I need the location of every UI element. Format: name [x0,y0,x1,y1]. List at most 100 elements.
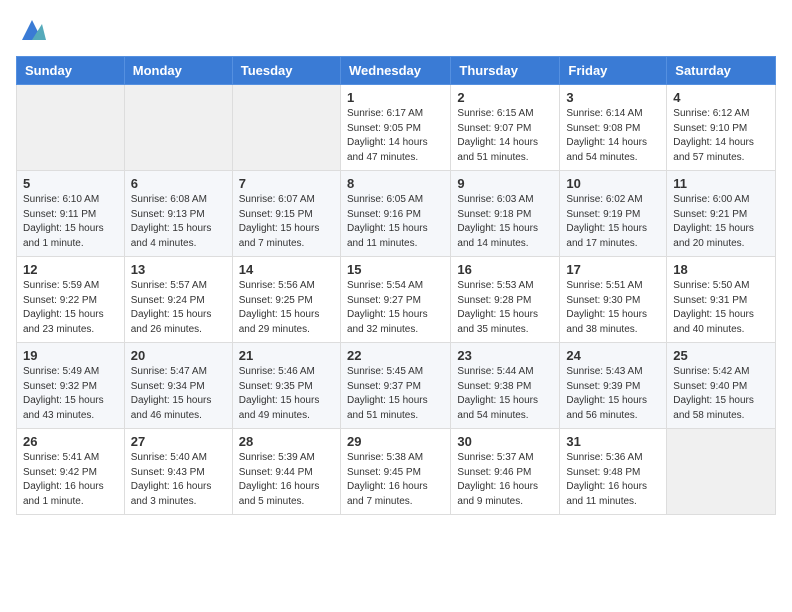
calendar-cell: 16Sunrise: 5:53 AM Sunset: 9:28 PM Dayli… [451,257,560,343]
calendar-cell: 20 Sunrise: 5:47 AM Sunset: 9:34 PM Dayli… [124,343,232,429]
day-number: 22 [347,348,444,363]
calendar-cell: 5Sunrise: 6:10 AM Sunset: 9:11 PM Daylig… [17,171,125,257]
day-number: 5 [23,176,118,191]
calendar-header-wednesday: Wednesday [340,57,450,85]
calendar-cell: 7 Sunrise: 6:07 AM Sunset: 9:15 PM Daylig… [232,171,340,257]
calendar-cell: 27Sunrise: 5:40 AM Sunset: 9:43 PM Dayli… [124,429,232,515]
calendar-week-row: 26 Sunrise: 5:41 AM Sunset: 9:42 PM Dayli… [17,429,776,515]
day-info: Sunrise: 6:02 AM Sunset: 9:19 PM Dayligh… [566,193,660,251]
calendar-cell: 22 Sunrise: 5:45 AM Sunset: 9:37 PM Dayli… [340,343,450,429]
day-number: 3 [566,90,660,105]
day-info: Sunrise: 5:51 AM Sunset: 9:30 PM Dayligh… [566,279,660,337]
calendar-cell [232,85,340,171]
calendar-cell: 18 Sunrise: 5:50 AM Sunset: 9:31 PM Dayli… [667,257,776,343]
calendar-cell: 29Sunrise: 5:38 AM Sunset: 9:45 PM Dayli… [340,429,450,515]
day-number: 27 [131,434,226,449]
day-number: 25 [673,348,769,363]
day-number: 13 [131,262,226,277]
day-info: Sunrise: 5:46 AM Sunset: 9:35 PM Dayligh… [239,365,334,423]
calendar-cell: 13 Sunrise: 5:57 AM Sunset: 9:24 PM Dayli… [124,257,232,343]
calendar-header-monday: Monday [124,57,232,85]
day-number: 4 [673,90,769,105]
calendar-cell: 19 Sunrise: 5:49 AM Sunset: 9:32 PM Dayli… [17,343,125,429]
day-info: Sunrise: 5:50 AM Sunset: 9:31 PM Dayligh… [673,279,769,337]
calendar-week-row: 5Sunrise: 6:10 AM Sunset: 9:11 PM Daylig… [17,171,776,257]
day-info: Sunrise: 5:54 AM Sunset: 9:27 PM Dayligh… [347,279,444,337]
day-number: 12 [23,262,118,277]
calendar-header-tuesday: Tuesday [232,57,340,85]
calendar-header-row: SundayMondayTuesdayWednesdayThursdayFrid… [17,57,776,85]
day-number: 11 [673,176,769,191]
day-info: Sunrise: 5:57 AM Sunset: 9:24 PM Dayligh… [131,279,226,337]
day-info: Sunrise: 5:44 AM Sunset: 9:38 PM Dayligh… [457,365,553,423]
calendar-week-row: 12 Sunrise: 5:59 AM Sunset: 9:22 PM Dayli… [17,257,776,343]
calendar-cell: 31Sunrise: 5:36 AM Sunset: 9:48 PM Dayli… [560,429,667,515]
calendar-cell: 17 Sunrise: 5:51 AM Sunset: 9:30 PM Dayli… [560,257,667,343]
calendar-cell: 11 Sunrise: 6:00 AM Sunset: 9:21 PM Dayli… [667,171,776,257]
day-number: 29 [347,434,444,449]
day-info: Sunrise: 5:41 AM Sunset: 9:42 PM Dayligh… [23,451,118,509]
calendar-cell [124,85,232,171]
calendar-week-row: 1Sunrise: 6:17 AM Sunset: 9:05 PM Daylig… [17,85,776,171]
calendar-header-sunday: Sunday [17,57,125,85]
day-info: Sunrise: 6:07 AM Sunset: 9:15 PM Dayligh… [239,193,334,251]
day-info: Sunrise: 5:49 AM Sunset: 9:32 PM Dayligh… [23,365,118,423]
logo-icon [18,16,46,44]
day-number: 17 [566,262,660,277]
day-info: Sunrise: 5:37 AM Sunset: 9:46 PM Dayligh… [457,451,553,509]
day-number: 9 [457,176,553,191]
day-number: 26 [23,434,118,449]
day-info: Sunrise: 6:15 AM Sunset: 9:07 PM Dayligh… [457,107,553,165]
calendar-cell: 21 Sunrise: 5:46 AM Sunset: 9:35 PM Dayli… [232,343,340,429]
calendar-cell: 24 Sunrise: 5:43 AM Sunset: 9:39 PM Dayli… [560,343,667,429]
calendar-cell: 3 Sunrise: 6:14 AM Sunset: 9:08 PM Daylig… [560,85,667,171]
calendar-cell: 6Sunrise: 6:08 AM Sunset: 9:13 PM Daylig… [124,171,232,257]
calendar-cell: 9Sunrise: 6:03 AM Sunset: 9:18 PM Daylig… [451,171,560,257]
day-number: 28 [239,434,334,449]
day-number: 20 [131,348,226,363]
day-info: Sunrise: 6:05 AM Sunset: 9:16 PM Dayligh… [347,193,444,251]
day-info: Sunrise: 5:56 AM Sunset: 9:25 PM Dayligh… [239,279,334,337]
day-number: 2 [457,90,553,105]
calendar-header-thursday: Thursday [451,57,560,85]
day-info: Sunrise: 6:14 AM Sunset: 9:08 PM Dayligh… [566,107,660,165]
day-number: 24 [566,348,660,363]
day-info: Sunrise: 5:43 AM Sunset: 9:39 PM Dayligh… [566,365,660,423]
calendar-cell: 4Sunrise: 6:12 AM Sunset: 9:10 PM Daylig… [667,85,776,171]
calendar-cell: 10Sunrise: 6:02 AM Sunset: 9:19 PM Dayli… [560,171,667,257]
calendar-table: SundayMondayTuesdayWednesdayThursdayFrid… [16,56,776,515]
day-number: 23 [457,348,553,363]
page-header [16,16,776,44]
calendar-cell: 14 Sunrise: 5:56 AM Sunset: 9:25 PM Dayli… [232,257,340,343]
calendar-cell: 26 Sunrise: 5:41 AM Sunset: 9:42 PM Dayli… [17,429,125,515]
calendar-cell: 15 Sunrise: 5:54 AM Sunset: 9:27 PM Dayli… [340,257,450,343]
day-number: 21 [239,348,334,363]
calendar-cell: 12 Sunrise: 5:59 AM Sunset: 9:22 PM Dayli… [17,257,125,343]
day-number: 19 [23,348,118,363]
day-info: Sunrise: 5:59 AM Sunset: 9:22 PM Dayligh… [23,279,118,337]
calendar-week-row: 19 Sunrise: 5:49 AM Sunset: 9:32 PM Dayli… [17,343,776,429]
day-info: Sunrise: 5:42 AM Sunset: 9:40 PM Dayligh… [673,365,769,423]
calendar-cell [667,429,776,515]
day-number: 18 [673,262,769,277]
day-info: Sunrise: 5:39 AM Sunset: 9:44 PM Dayligh… [239,451,334,509]
day-number: 14 [239,262,334,277]
day-info: Sunrise: 5:45 AM Sunset: 9:37 PM Dayligh… [347,365,444,423]
logo [16,16,46,44]
day-number: 30 [457,434,553,449]
calendar-cell: 28 Sunrise: 5:39 AM Sunset: 9:44 PM Dayli… [232,429,340,515]
day-number: 6 [131,176,226,191]
day-number: 15 [347,262,444,277]
calendar-cell [17,85,125,171]
calendar-cell: 1Sunrise: 6:17 AM Sunset: 9:05 PM Daylig… [340,85,450,171]
calendar-cell: 23 Sunrise: 5:44 AM Sunset: 9:38 PM Dayli… [451,343,560,429]
calendar-cell: 25 Sunrise: 5:42 AM Sunset: 9:40 PM Dayli… [667,343,776,429]
day-info: Sunrise: 5:47 AM Sunset: 9:34 PM Dayligh… [131,365,226,423]
day-info: Sunrise: 6:00 AM Sunset: 9:21 PM Dayligh… [673,193,769,251]
day-number: 7 [239,176,334,191]
day-number: 8 [347,176,444,191]
calendar-cell: 8 Sunrise: 6:05 AM Sunset: 9:16 PM Daylig… [340,171,450,257]
day-number: 16 [457,262,553,277]
calendar-cell: 2 Sunrise: 6:15 AM Sunset: 9:07 PM Daylig… [451,85,560,171]
day-number: 1 [347,90,444,105]
